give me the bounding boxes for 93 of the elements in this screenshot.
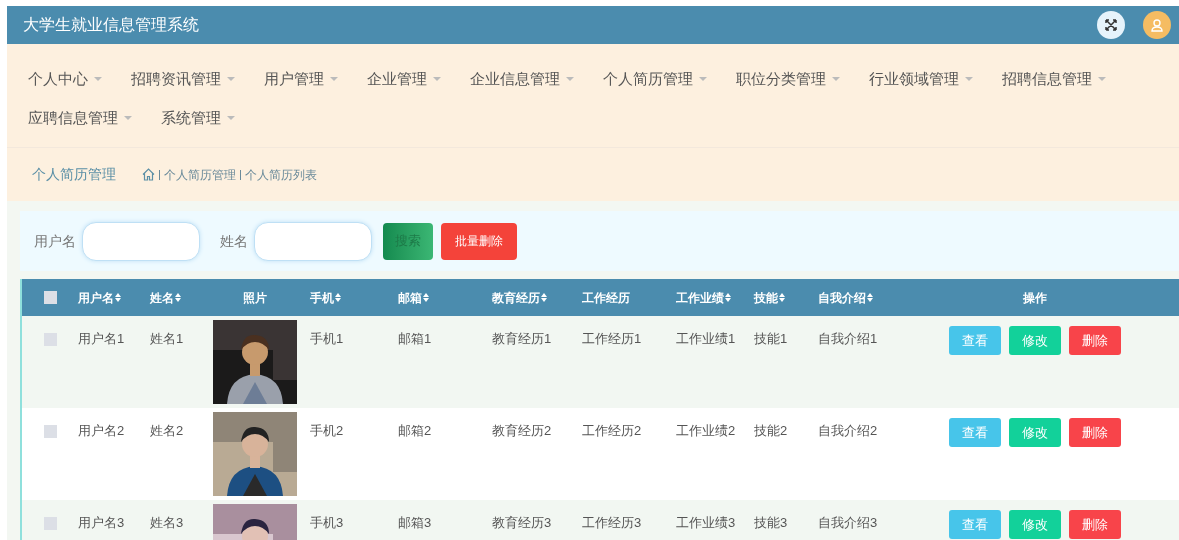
table-cell: 教育经历3 [492, 515, 552, 530]
caret-icon [1098, 77, 1106, 82]
table-cell: 自我介绍2 [818, 423, 878, 438]
batch-delete-button[interactable]: 批量删除 [441, 222, 517, 260]
table-cell: 技能2 [754, 423, 788, 438]
table-cell: 工作业绩2 [676, 423, 736, 438]
column-header[interactable]: 用户名 [78, 288, 121, 307]
column-header: 工作经历 [582, 289, 630, 307]
caret-icon [699, 77, 707, 82]
table-cell: 姓名3 [150, 515, 184, 530]
row-checkbox[interactable] [43, 333, 57, 346]
nav-menu-item[interactable]: 职位分类管理 [736, 68, 840, 91]
select-all-checkbox[interactable] [43, 291, 57, 304]
nav-menu-item[interactable]: 系统管理 [161, 106, 235, 129]
nav-menu-item[interactable]: 应聘信息管理 [28, 106, 132, 129]
table-cell: 用户名3 [78, 515, 125, 530]
delete-button[interactable]: 删除 [1069, 326, 1121, 355]
sort-icon[interactable] [335, 293, 341, 302]
table-cell: 手机3 [310, 515, 344, 530]
edit-button[interactable]: 修改 [1009, 418, 1061, 447]
caret-icon [124, 115, 132, 120]
table-cell: 工作业绩1 [676, 331, 736, 346]
nav-menu-item[interactable]: 个人中心 [28, 68, 102, 91]
sort-icon[interactable] [423, 293, 429, 302]
table-cell: 工作经历3 [582, 515, 642, 530]
nav-menu-item[interactable]: 招聘信息管理 [1002, 68, 1106, 91]
delete-button[interactable]: 删除 [1069, 510, 1121, 539]
column-header[interactable]: 邮箱 [398, 288, 429, 307]
column-header[interactable]: 姓名 [150, 288, 181, 307]
table-cell: 用户名2 [78, 423, 125, 438]
nav-menu-item[interactable]: 企业管理 [367, 68, 441, 91]
table-cell: 姓名1 [150, 331, 184, 346]
field-label: 用户名 [34, 231, 76, 251]
sort-icon[interactable] [779, 293, 785, 302]
table-cell: 邮箱1 [398, 331, 432, 346]
column-header: 操作 [1023, 289, 1047, 307]
avatar-icon[interactable] [1143, 11, 1171, 39]
table-cell: 工作经历2 [582, 423, 642, 438]
breadcrumb-link[interactable]: 个人简历列表 [245, 165, 317, 184]
table-cell: 技能3 [754, 515, 788, 530]
sort-icon[interactable] [175, 293, 181, 302]
row-checkbox[interactable] [43, 517, 57, 530]
breadcrumb-link[interactable]: 个人简历管理 [164, 165, 236, 184]
table-cell: 邮箱3 [398, 515, 432, 530]
nav-menu-item[interactable]: 个人简历管理 [603, 68, 707, 91]
page-title: 个人简历管理 [32, 165, 116, 184]
caret-icon [832, 77, 840, 82]
caret-icon [227, 115, 235, 120]
table-cell: 自我介绍3 [818, 515, 878, 530]
column-header[interactable]: 手机 [310, 288, 341, 307]
sort-icon[interactable] [115, 293, 121, 302]
row-checkbox[interactable] [43, 425, 57, 438]
table-cell: 手机2 [310, 423, 344, 438]
view-button[interactable]: 查看 [949, 326, 1001, 355]
caret-icon [566, 77, 574, 82]
column-header[interactable]: 技能 [754, 288, 785, 307]
home-icon[interactable] [142, 168, 155, 181]
edit-button[interactable]: 修改 [1009, 510, 1061, 539]
column-header[interactable]: 工作业绩 [676, 288, 731, 307]
caret-icon [965, 77, 973, 82]
nav-menu-item[interactable]: 招聘资讯管理 [131, 68, 235, 91]
fullscreen-icon[interactable] [1097, 11, 1125, 39]
input-field[interactable] [254, 221, 372, 261]
table-cell: 技能1 [754, 331, 788, 346]
table-cell: 自我介绍1 [818, 331, 878, 346]
delete-button[interactable]: 删除 [1069, 418, 1121, 447]
column-header[interactable]: 教育经历 [492, 288, 547, 307]
table-cell: 工作经历1 [582, 331, 642, 346]
table-cell: 用户名1 [78, 331, 125, 346]
nav-menu-item[interactable]: 企业信息管理 [470, 68, 574, 91]
view-button[interactable]: 查看 [949, 510, 1001, 539]
table-cell: 手机1 [310, 331, 344, 346]
edit-button[interactable]: 修改 [1009, 326, 1061, 355]
sort-icon[interactable] [541, 293, 547, 302]
caret-icon [94, 77, 102, 82]
sort-icon[interactable] [725, 293, 731, 302]
field-label: 姓名 [220, 231, 248, 251]
table-cell: 教育经历1 [492, 331, 552, 346]
caret-icon [227, 77, 235, 82]
table-cell: 姓名2 [150, 423, 184, 438]
view-button[interactable]: 查看 [949, 418, 1001, 447]
caret-icon [330, 77, 338, 82]
table-cell: 工作业绩3 [676, 515, 736, 530]
table-cell: 邮箱2 [398, 423, 432, 438]
caret-icon [433, 77, 441, 82]
table-cell: 教育经历2 [492, 423, 552, 438]
app-title: 大学生就业信息管理系统 [23, 15, 199, 35]
sort-icon[interactable] [867, 293, 873, 302]
nav-menu-item[interactable]: 行业领域管理 [869, 68, 973, 91]
column-header: 照片 [243, 289, 267, 307]
column-header[interactable]: 自我介绍 [818, 288, 873, 307]
input-field[interactable] [82, 221, 200, 261]
nav-menu-item[interactable]: 用户管理 [264, 68, 338, 91]
